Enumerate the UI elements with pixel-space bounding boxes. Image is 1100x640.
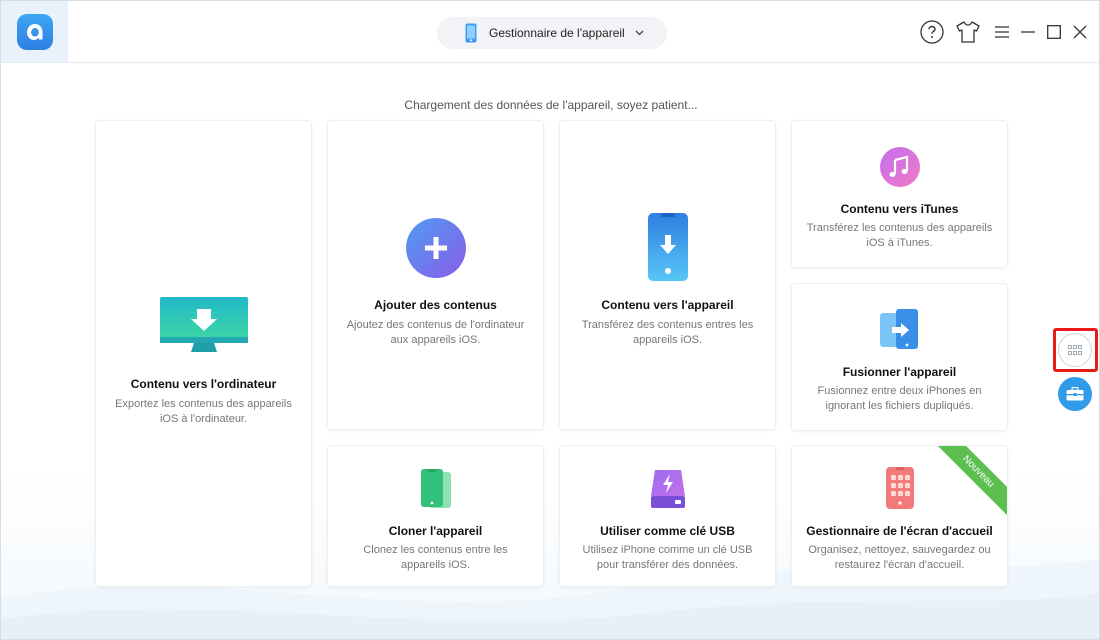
new-badge-label: Nouveau [937,446,1007,516]
card-description: Exportez les contenus des appareils iOS … [115,398,292,425]
card-description: Fusionnez entre deux iPhones en ignorant… [817,385,982,412]
maximize-icon[interactable] [1043,25,1065,39]
app-logo-icon [16,13,53,50]
card-content-to-computer[interactable]: Contenu vers l'ordinateur Exportez les c… [96,121,311,586]
card-title: Ajouter des contenus [374,298,497,312]
toolbox-icon[interactable] [1058,377,1092,411]
window-controls [919,19,1091,45]
monitor-download-icon [96,297,311,355]
minimize-icon[interactable] [1017,25,1039,39]
card-content-to-device[interactable]: Contenu vers l'appareil Transférez des c… [560,121,775,429]
logo-area [1,1,68,62]
card-description: Clonez les contenus entre les appareils … [363,544,508,571]
card-title: Contenu vers iTunes [840,202,959,216]
phone-download-icon [560,213,775,281]
card-usb-key[interactable]: Utiliser comme clé USB Utilisez iPhone c… [560,446,775,586]
main-content: Chargement des données de l'appareil, so… [1,63,1099,639]
phone-icon [465,23,477,43]
add-circle-icon [328,217,543,279]
card-merge-device[interactable]: Fusionner l'appareil Fusionnez entre deu… [792,284,1007,430]
card-description: Transférez les contenus des appareils iO… [806,222,993,249]
title-bar: Gestionnaire de l'appareil [1,1,1099,63]
new-badge: Nouveau [937,446,1007,516]
app-window: Gestionnaire de l'appareil Chargement de… [0,0,1100,640]
card-title: Gestionnaire de l'écran d'accueil [806,524,993,538]
card-clone-device[interactable]: Cloner l'appareil Clonez les contenus en… [328,446,543,586]
music-note-icon [792,147,1007,187]
card-add-content[interactable]: Ajouter des contenus Ajoutez des contenu… [328,121,543,429]
merge-phones-icon [792,308,1007,352]
card-title: Contenu vers l'appareil [601,298,734,312]
device-selector-dropdown[interactable]: Gestionnaire de l'appareil [437,17,667,49]
card-description: Utilisez iPhone comme un clé USB pour tr… [582,544,753,571]
close-icon[interactable] [1069,25,1091,39]
tshirt-icon[interactable] [955,21,981,43]
card-content-to-itunes[interactable]: Contenu vers iTunes Transférez les conte… [792,121,1007,267]
grid-icon[interactable] [1058,333,1092,367]
card-title: Contenu vers l'ordinateur [130,377,277,391]
clone-phone-icon [328,468,543,510]
card-title: Cloner l'appareil [388,524,483,538]
usb-drive-icon [560,468,775,510]
card-description: Organisez, nettoyez, sauvegardez ou rest… [808,544,991,571]
loading-status-text: Chargement des données de l'appareil, so… [404,98,698,112]
card-description: Ajoutez des contenus de l'ordinateur aux… [346,319,525,346]
help-icon[interactable] [919,20,945,44]
card-description: Transférez des contenus entres les appar… [581,319,754,346]
chevron-down-icon [635,30,644,36]
card-title: Fusionner l'appareil [842,365,957,379]
card-home-screen-manager[interactable]: Nouveau Gestionnaire de l'écran d'accuei… [792,446,1007,586]
card-title: Utiliser comme clé USB [600,524,735,538]
device-selector-label: Gestionnaire de l'appareil [489,26,625,40]
menu-icon[interactable] [993,26,1011,38]
